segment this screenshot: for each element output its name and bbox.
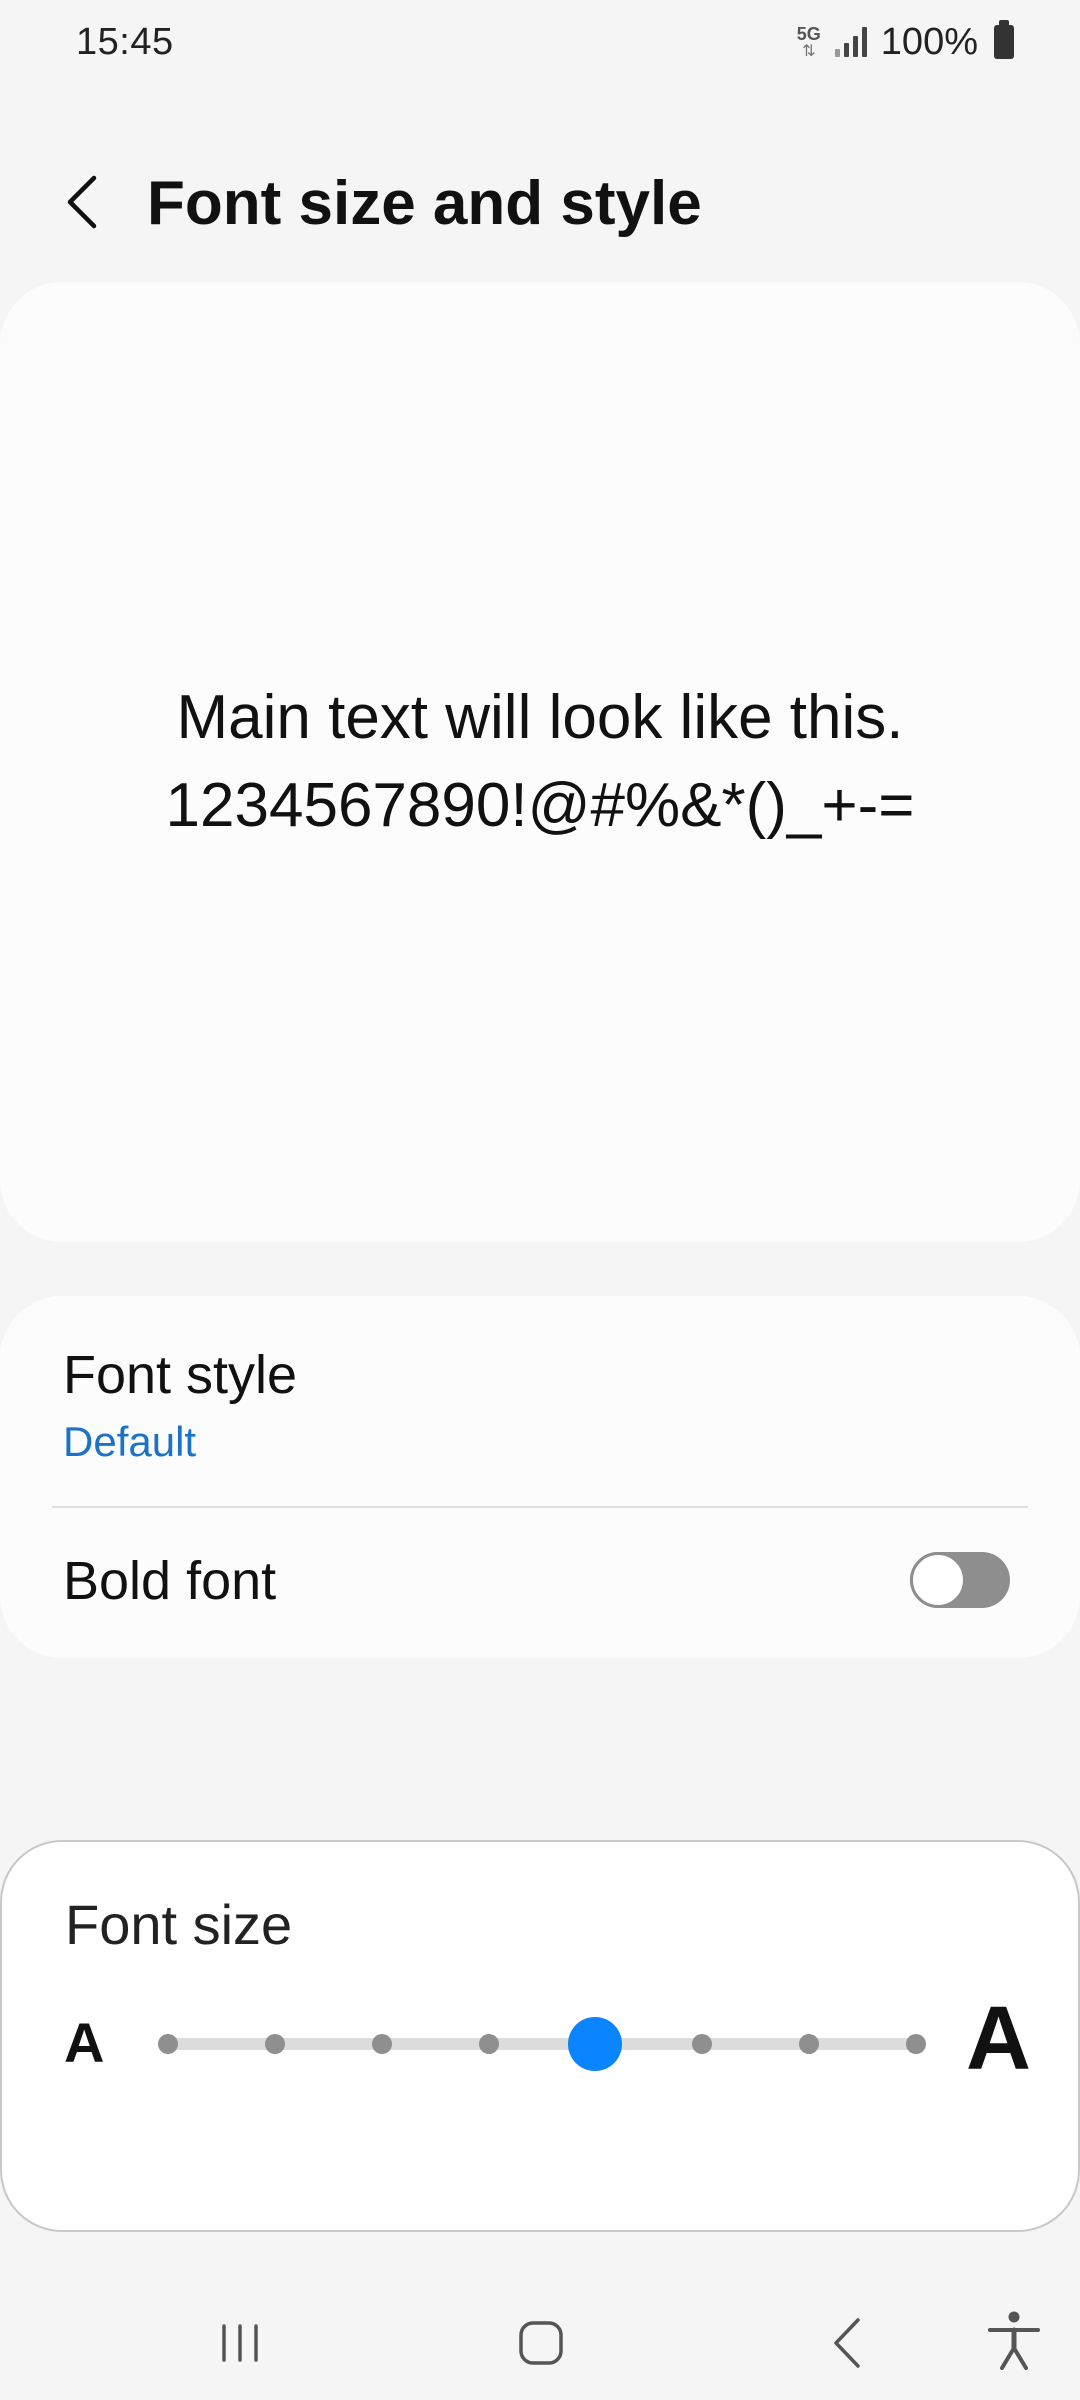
recents-icon	[222, 2324, 258, 2362]
nav-back-button[interactable]	[822, 2312, 872, 2374]
settings-card: Font style Default Bold font	[0, 1296, 1080, 1658]
font-size-step-7[interactable]	[799, 2034, 820, 2054]
bold-font-toggle[interactable]	[910, 1552, 1010, 1608]
status-icons: 5G ⇅ 100%	[797, 20, 1014, 64]
font-size-step-8[interactable]	[906, 2034, 926, 2054]
accessibility-button[interactable]	[984, 2308, 1044, 2374]
small-text-glyph[interactable]: A	[64, 2010, 104, 2075]
status-bar: 15:45 5G ⇅ 100%	[0, 0, 1080, 84]
network-type-label: 5G	[796, 23, 821, 44]
battery-percent: 100%	[880, 20, 978, 63]
font-size-step-3[interactable]	[371, 2034, 392, 2054]
font-style-row[interactable]: Font style Default	[0, 1296, 1080, 1506]
bold-font-row[interactable]: Bold font	[0, 1508, 1080, 1658]
toggle-knob	[910, 1552, 966, 1608]
accessibility-icon	[988, 2311, 1040, 2370]
font-size-step-6[interactable]	[692, 2034, 713, 2054]
font-size-label: Font size	[65, 1893, 293, 1956]
font-style-value: Default	[63, 1418, 197, 1465]
recents-button[interactable]	[214, 2320, 266, 2366]
app-header: Font size and style	[0, 150, 1080, 254]
screen: 15:45 5G ⇅ 100% Font size and style Main…	[0, 0, 1080, 2400]
page-title: Font size and style	[147, 169, 702, 238]
font-style-label: Font style	[63, 1345, 298, 1405]
chevron-left-icon	[67, 175, 97, 229]
back-icon	[834, 2318, 860, 2368]
bold-font-label: Bold font	[63, 1551, 277, 1611]
home-button[interactable]	[514, 2316, 568, 2370]
battery-icon	[994, 20, 1014, 59]
status-time: 15:45	[76, 20, 174, 63]
preview-text-line-1: Main text will look like this.	[176, 683, 904, 752]
preview-card: Main text will look like this. 123456789…	[0, 282, 1080, 1242]
back-button[interactable]	[52, 172, 112, 232]
navigation-bar	[0, 2280, 1080, 2400]
signal-icon	[834, 27, 867, 57]
preview-text-line-2: 1234567890!@#%&*()_+-=	[165, 771, 915, 840]
font-size-slider-thumb[interactable]	[568, 2017, 623, 2071]
font-size-step-1[interactable]	[158, 2034, 178, 2054]
font-size-card: Font size A A	[0, 1840, 1080, 2232]
large-text-glyph[interactable]: A	[966, 1988, 1031, 2091]
home-icon	[519, 2321, 563, 2365]
data-arrows-icon: ⇅	[802, 42, 816, 60]
font-size-step-2[interactable]	[264, 2034, 285, 2054]
font-size-step-4[interactable]	[478, 2034, 499, 2054]
network-5g-icon: 5G ⇅	[797, 25, 821, 60]
